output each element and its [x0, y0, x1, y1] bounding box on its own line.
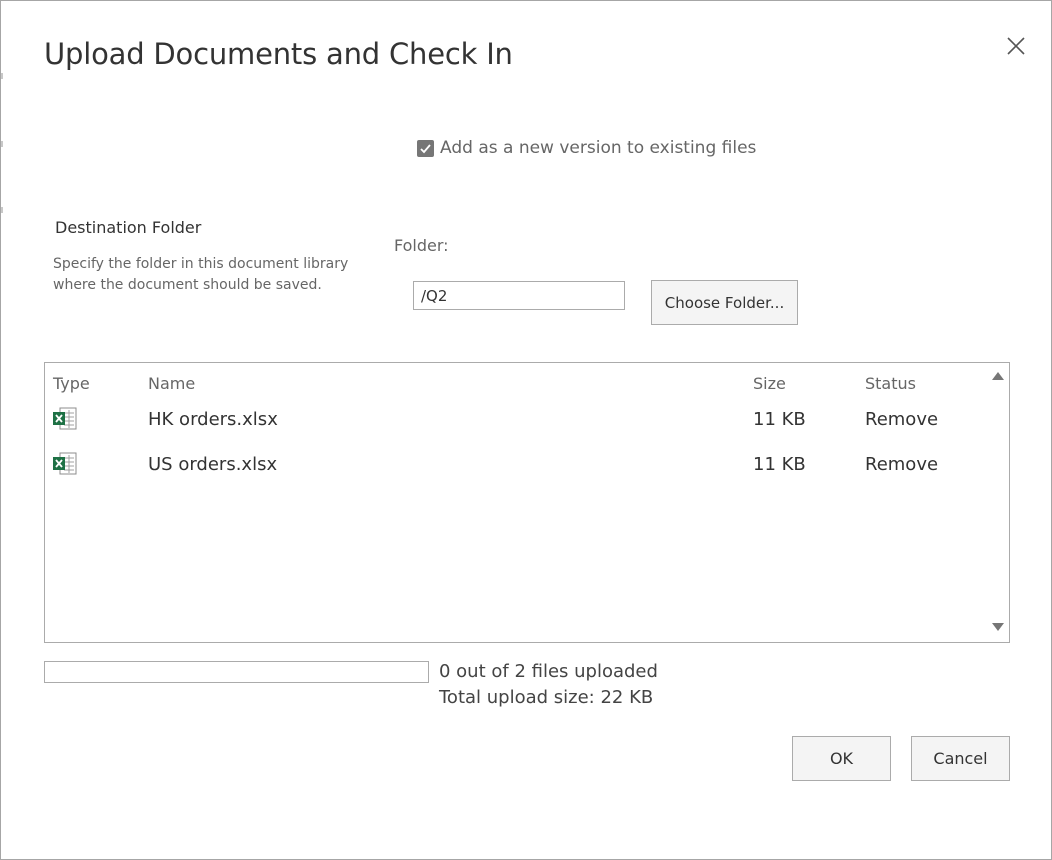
file-size: 11 KB	[753, 409, 806, 430]
file-size: 11 KB	[753, 454, 806, 475]
upload-dialog: Upload Documents and Check In Add as a n…	[0, 0, 1052, 860]
file-row: US orders.xlsx 11 KB Remove	[45, 448, 985, 482]
background-edge-mark	[1, 207, 3, 213]
file-name: US orders.xlsx	[148, 454, 278, 475]
close-icon	[1007, 37, 1025, 55]
column-header-size: Size	[753, 374, 786, 393]
column-header-status: Status	[865, 374, 916, 393]
file-name: HK orders.xlsx	[148, 409, 278, 430]
folder-input[interactable]	[413, 281, 625, 310]
file-list: Type Name Size Status HK orders.xlsx 11 …	[44, 362, 1010, 643]
dialog-title: Upload Documents and Check In	[44, 37, 513, 71]
file-list-scrollbar[interactable]	[987, 363, 1009, 642]
add-version-label[interactable]: Add as a new version to existing files	[440, 138, 756, 158]
column-header-name: Name	[148, 374, 196, 393]
background-edge-mark	[1, 141, 3, 147]
destination-folder-heading: Destination Folder	[55, 218, 202, 237]
upload-progress-bar	[44, 661, 429, 683]
upload-status-text: 0 out of 2 files uploaded	[439, 661, 658, 682]
file-row: HK orders.xlsx 11 KB Remove	[45, 403, 985, 437]
close-button[interactable]	[1004, 34, 1028, 58]
folder-label: Folder:	[394, 236, 449, 255]
excel-file-icon	[53, 452, 77, 475]
destination-folder-description: Specify the folder in this document libr…	[53, 256, 349, 293]
cancel-button[interactable]: Cancel	[911, 736, 1010, 781]
background-edge-mark	[1, 73, 3, 79]
choose-folder-button[interactable]: Choose Folder...	[651, 280, 798, 325]
add-version-checkbox[interactable]	[417, 139, 434, 157]
ok-button[interactable]: OK	[792, 736, 891, 781]
remove-file-link[interactable]: Remove	[865, 409, 938, 430]
add-version-option: Add as a new version to existing files	[417, 138, 756, 158]
upload-total-size: Total upload size: 22 KB	[439, 687, 654, 708]
column-header-type: Type	[53, 374, 90, 393]
scroll-down-icon[interactable]	[992, 623, 1004, 631]
scroll-up-icon[interactable]	[992, 372, 1004, 380]
excel-file-icon	[53, 407, 77, 430]
checkmark-icon	[420, 143, 431, 153]
remove-file-link[interactable]: Remove	[865, 454, 938, 475]
